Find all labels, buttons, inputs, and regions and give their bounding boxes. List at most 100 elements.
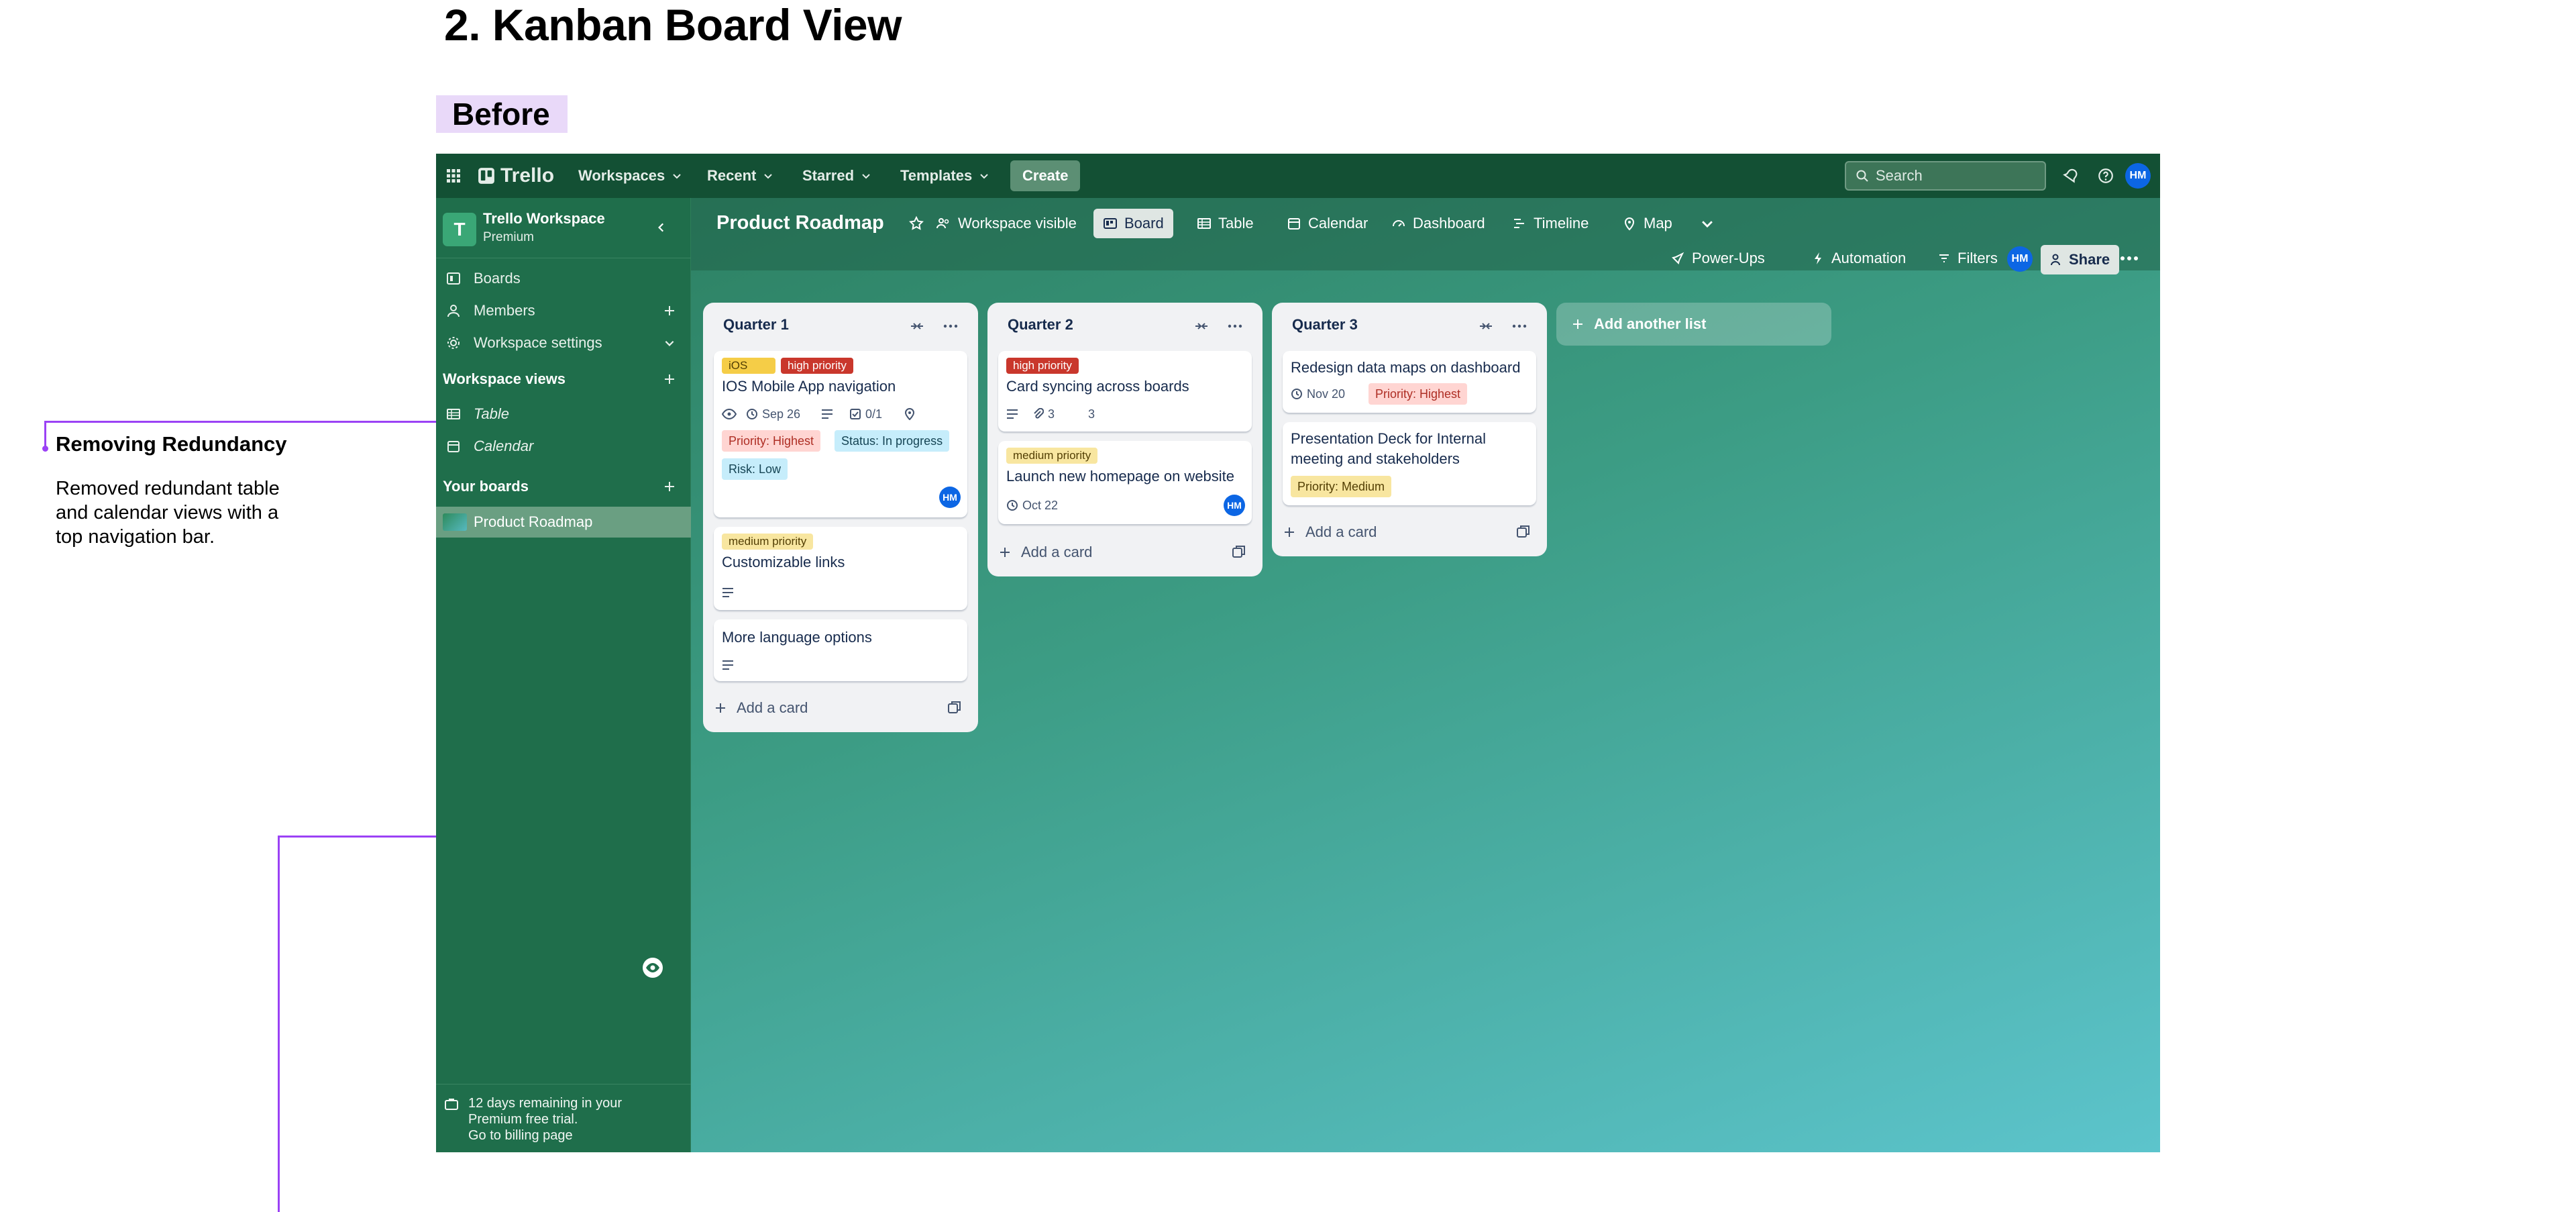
card-more-language-options[interactable]: More language options: [714, 619, 967, 681]
add-another-list-button[interactable]: Add another list: [1556, 303, 1831, 346]
menu-templates[interactable]: Templates: [900, 154, 989, 198]
board-menu-icon[interactable]: [2120, 245, 2139, 272]
chevron-down-icon: [980, 174, 988, 179]
list-actions-icon[interactable]: [941, 316, 961, 336]
workspace-logo: T: [443, 213, 476, 246]
collapse-list-icon[interactable]: [1191, 316, 1212, 336]
view-tab-label: Calendar: [1308, 215, 1368, 232]
workspace-plan: Premium: [483, 230, 535, 244]
card-redesign-data-maps[interactable]: Redesign data maps on dashboard Nov 20 P…: [1283, 351, 1536, 413]
create-button[interactable]: Create: [1010, 160, 1081, 191]
sidebar-item-boards[interactable]: Boards: [436, 262, 691, 295]
help-icon[interactable]: [2097, 154, 2114, 198]
menu-starred[interactable]: Starred: [802, 154, 871, 198]
map-pin-icon: [1624, 217, 1635, 231]
visibility-label: Workspace visible: [958, 215, 1077, 232]
board-header: Product Roadmap Workspace visible Board …: [691, 198, 2160, 274]
add-card-button[interactable]: Add a card: [1283, 517, 1377, 547]
board-title[interactable]: Product Roadmap: [716, 206, 884, 240]
due-date: Nov 20: [1291, 386, 1345, 402]
card-member-avatar[interactable]: HM: [1224, 495, 1245, 516]
sidebar-item-calendar[interactable]: Calendar: [436, 430, 691, 462]
sidebar-item-workspace-settings[interactable]: Workspace settings: [436, 327, 691, 359]
plus-icon: [716, 703, 725, 713]
add-board-plus-icon[interactable]: [661, 478, 678, 495]
field-status: Status: In progress: [835, 430, 950, 452]
power-ups-button[interactable]: Power-Ups: [1670, 245, 1765, 272]
view-tab-dashboard[interactable]: Dashboard: [1382, 209, 1495, 238]
label-medium-priority: medium priority: [722, 534, 814, 550]
view-tab-timeline[interactable]: Timeline: [1503, 209, 1598, 238]
label-high-priority: high priority: [1006, 358, 1079, 374]
sidebar-item-table[interactable]: Table: [436, 398, 691, 430]
automation-button[interactable]: Automation: [1811, 245, 1906, 272]
collapse-list-icon[interactable]: [1476, 316, 1496, 336]
board-member-avatar[interactable]: HM: [2007, 246, 2033, 272]
card-presentation-deck[interactable]: Presentation Deck for Internal meeting a…: [1283, 422, 1536, 505]
collapse-list-icon[interactable]: [907, 316, 927, 336]
list-title[interactable]: Quarter 1: [723, 316, 789, 334]
list-actions-icon[interactable]: [1509, 316, 1529, 336]
card-member-avatar[interactable]: HM: [939, 487, 961, 508]
trello-logo[interactable]: Trello: [478, 154, 554, 198]
checkbox-icon: [850, 409, 861, 419]
visibility-button[interactable]: Workspace visible: [926, 209, 1086, 238]
card-customizable-links[interactable]: medium priority Customizable links: [714, 527, 967, 610]
view-tab-calendar[interactable]: Calendar: [1277, 209, 1377, 238]
add-member-plus-icon[interactable]: [661, 303, 678, 319]
card-template-icon[interactable]: [1230, 543, 1248, 560]
card-ios-mobile-app-navigation[interactable]: iOS high priority IOS Mobile App navigat…: [714, 351, 967, 517]
collapse-sidebar-icon[interactable]: [649, 215, 674, 240]
chevron-down-icon[interactable]: [661, 335, 678, 351]
more-views-chevron-icon[interactable]: [1690, 209, 1724, 238]
card-card-syncing-across-boards[interactable]: high priority Card syncing across boards…: [998, 351, 1252, 432]
add-card-button[interactable]: Add a card: [998, 538, 1092, 567]
app-switcher-icon[interactable]: [445, 154, 462, 198]
list-title[interactable]: Quarter 2: [1008, 316, 1073, 334]
sidebar-board-product-roadmap[interactable]: Product Roadmap: [436, 507, 691, 538]
card-template-icon[interactable]: [1515, 523, 1532, 540]
board-canvas: Product Roadmap Workspace visible Board …: [691, 198, 2160, 1152]
timeline-icon: [1514, 219, 1524, 228]
user-avatar[interactable]: HM: [2125, 163, 2151, 189]
top-navigation-bar: Trello Workspaces Recent Starred Templat…: [436, 154, 2160, 198]
clock-icon: [747, 409, 757, 419]
annotation-connector-top: [44, 421, 440, 423]
view-tab-label: Map: [1644, 215, 1672, 232]
checklist-count: 0/1: [865, 407, 883, 421]
eye-icon[interactable]: [641, 956, 664, 979]
field-priority: Priority: Highest: [722, 430, 821, 452]
billing-link[interactable]: Go to billing page: [468, 1127, 573, 1144]
menu-workspaces[interactable]: Workspaces: [578, 154, 682, 198]
menu-label: Starred: [802, 167, 855, 184]
view-tab-label: Dashboard: [1413, 215, 1485, 232]
checklist: 0/1: [849, 406, 882, 422]
card-launch-new-homepage[interactable]: medium priority Launch new homepage on w…: [998, 441, 1252, 524]
card-title-line-1: Presentation Deck for Internal: [1291, 430, 1487, 447]
search-input[interactable]: Search: [1845, 161, 2046, 191]
list-header: Quarter 1: [703, 303, 978, 348]
rocket-icon: [1672, 252, 1684, 264]
gear-icon: [445, 335, 462, 351]
share-button[interactable]: Share: [2041, 245, 2120, 274]
filters-button[interactable]: Filters: [1937, 245, 1998, 272]
menu-recent[interactable]: Recent: [707, 154, 773, 198]
dashboard-icon: [1393, 220, 1405, 227]
table-icon: [445, 406, 462, 422]
add-card-button[interactable]: Add a card: [714, 693, 808, 723]
view-tab-label: Board: [1124, 215, 1164, 232]
notifications-icon[interactable]: [2062, 154, 2080, 198]
power-ups-label: Power-Ups: [1692, 250, 1765, 266]
list-actions-icon[interactable]: [1225, 316, 1245, 336]
annotation-body: Removed redundant table and calendar vie…: [56, 478, 280, 548]
view-tab-map[interactable]: Map: [1613, 209, 1682, 238]
add-view-plus-icon[interactable]: [661, 371, 678, 387]
card-template-icon[interactable]: [946, 699, 963, 716]
sidebar-item-members[interactable]: Members: [436, 295, 691, 327]
list-header: Quarter 3: [1272, 303, 1547, 348]
workspace-name[interactable]: Trello Workspace: [483, 210, 605, 228]
list-title[interactable]: Quarter 3: [1292, 316, 1358, 334]
view-tab-board[interactable]: Board: [1093, 209, 1173, 238]
view-tab-table[interactable]: Table: [1187, 209, 1263, 238]
annotation-connector-bottom-drop: [278, 836, 280, 1212]
